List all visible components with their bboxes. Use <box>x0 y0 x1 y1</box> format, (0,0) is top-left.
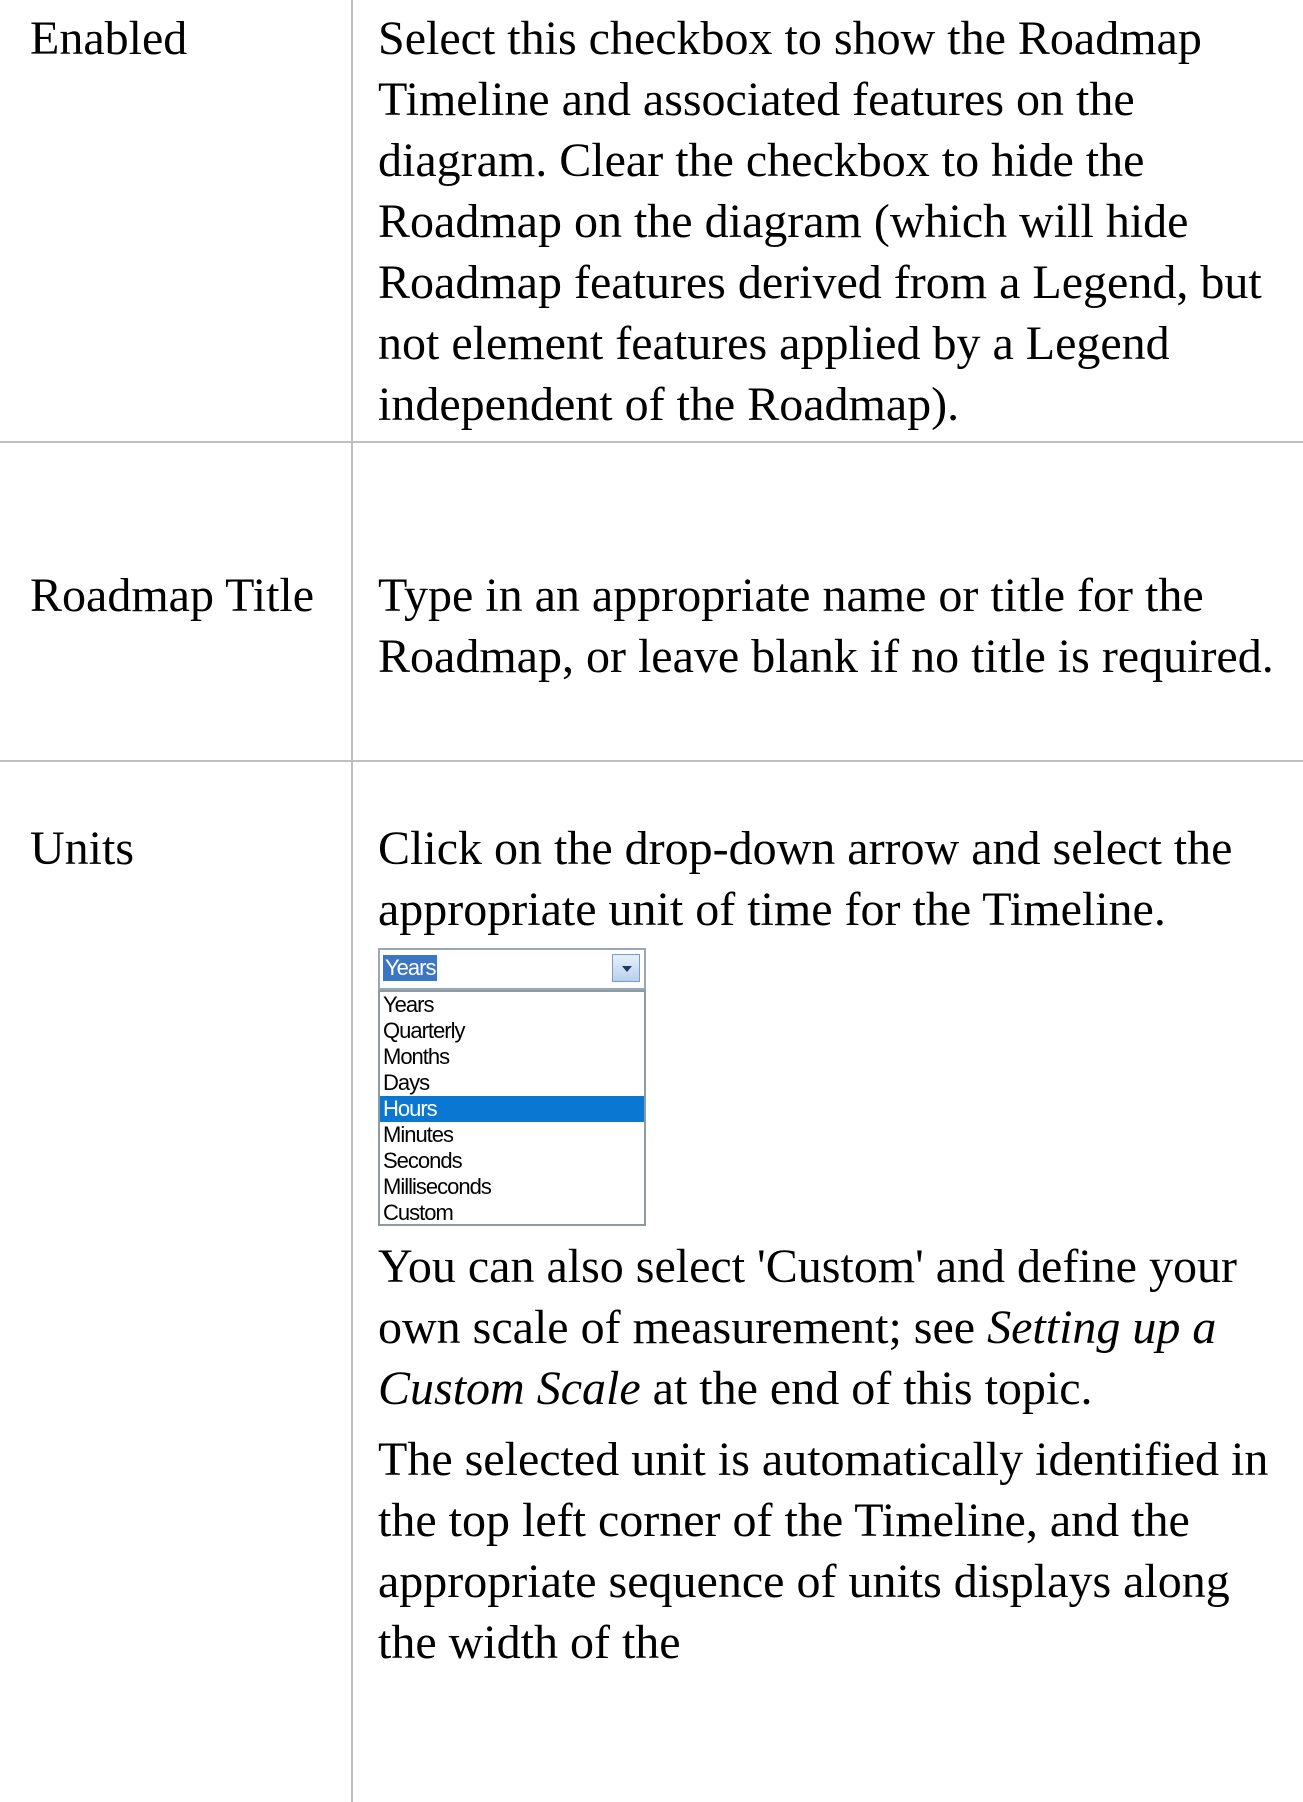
units-option-seconds[interactable]: Seconds <box>380 1148 644 1174</box>
units-combo-box[interactable]: Years <box>378 948 646 990</box>
units-option-quarterly[interactable]: Quarterly <box>380 1018 644 1044</box>
units-option-minutes[interactable]: Minutes <box>380 1122 644 1148</box>
row-label-units: Units <box>30 822 135 875</box>
column-divider <box>351 0 353 1802</box>
row-description-roadmap-title: Type in an appropriate name or title for… <box>378 565 1278 687</box>
custom-note-after: at the end of this topic. <box>640 1362 1093 1415</box>
units-custom-note: You can also select 'Custom' and define … <box>378 1236 1278 1419</box>
row-label-roadmap-title: Roadmap Title <box>30 569 315 622</box>
row-divider <box>0 441 1303 443</box>
units-intro-text: Click on the drop-down arrow and select … <box>378 822 1233 936</box>
units-dropdown-illustration: Years Years Quarterly Months Days Hours … <box>378 948 646 1230</box>
units-option-hours[interactable]: Hours <box>380 1096 644 1122</box>
row-label-enabled: Enabled <box>30 12 188 65</box>
row-description-enabled: Select this checkbox to show the Roadmap… <box>378 8 1278 435</box>
row-description-units: Click on the drop-down arrow and select … <box>378 818 1278 1673</box>
roadmap-title-description-text: Type in an appropriate name or title for… <box>378 569 1274 683</box>
units-option-months[interactable]: Months <box>380 1044 644 1070</box>
units-option-milliseconds[interactable]: Milliseconds <box>380 1174 644 1200</box>
row-divider <box>0 760 1303 762</box>
units-combo-value: Years <box>383 955 438 981</box>
units-option-days[interactable]: Days <box>380 1070 644 1096</box>
units-option-list: Years Quarterly Months Days Hours Minute… <box>378 990 646 1226</box>
units-selected-note: The selected unit is automatically ident… <box>378 1433 1269 1669</box>
enabled-description-text: Select this checkbox to show the Roadmap… <box>378 12 1262 431</box>
units-option-custom[interactable]: Custom <box>380 1200 644 1226</box>
chevron-down-icon[interactable] <box>612 954 640 982</box>
units-option-years[interactable]: Years <box>380 992 644 1018</box>
